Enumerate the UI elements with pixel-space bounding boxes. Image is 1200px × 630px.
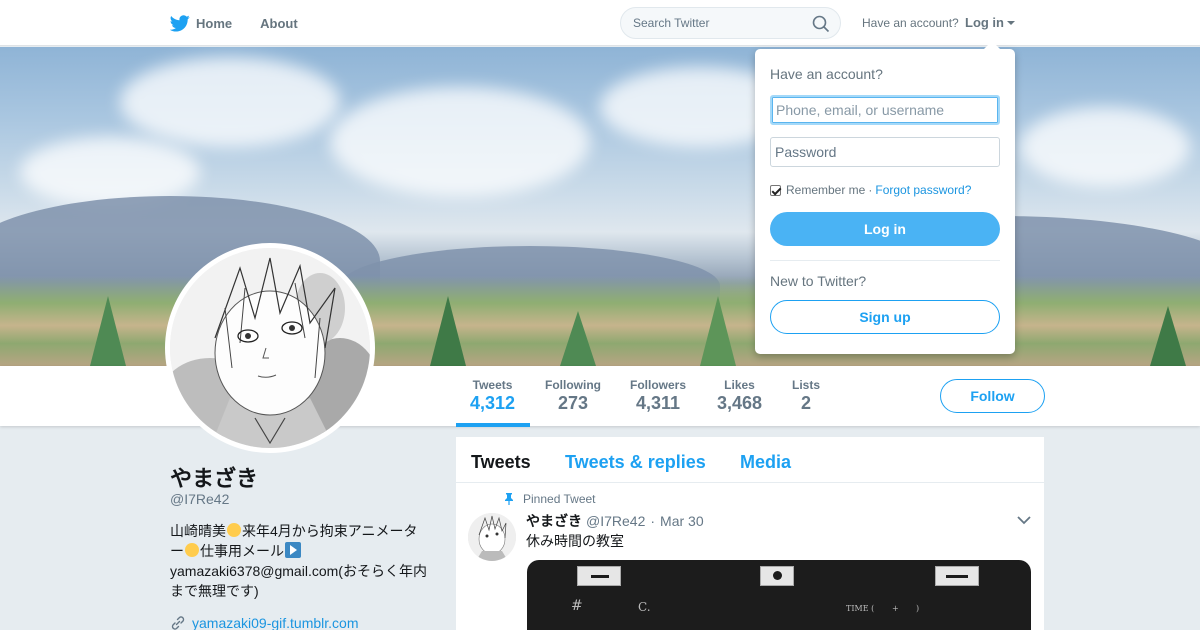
media-sign-bar: [591, 575, 609, 578]
media-sign: [935, 566, 979, 586]
bio-email: yamazaki6378@gmail.com(おそらく年内: [170, 563, 427, 579]
new-to-twitter-text: New to Twitter?: [770, 273, 867, 289]
tweet-separator: ·: [650, 513, 656, 529]
profile-avatar[interactable]: [165, 243, 375, 453]
profile-handle[interactable]: @I7Re42: [170, 491, 229, 507]
tweet-author-handle[interactable]: @I7Re42: [586, 513, 645, 529]
nav-about[interactable]: About: [260, 16, 298, 31]
play-button-emoji-icon: [285, 542, 301, 558]
avatar-sketch: [170, 248, 370, 448]
bio-text: 山崎晴美: [170, 523, 226, 539]
pinned-tweet-label: Pinned Tweet: [504, 492, 596, 506]
tweet-header: やまざき @I7Re42 · Mar 30: [526, 511, 704, 531]
banner-tree: [430, 296, 466, 366]
stat-following[interactable]: Following 273: [545, 378, 601, 414]
bio-text: 仕事用メール: [200, 543, 284, 559]
profile-bio: 山崎晴美 来年4月から拘束アニメータ ー仕事用メール yamazaki6378@g…: [170, 521, 435, 601]
login-dropdown-toggle[interactable]: Log in: [965, 15, 1015, 30]
tweet-text: 休み時間の教室: [526, 533, 624, 549]
stat-value: 4,311: [635, 393, 681, 413]
caret-down-icon: [1007, 21, 1015, 25]
tweet-avatar-sketch: [468, 513, 516, 561]
avatar-image: [170, 248, 370, 448]
tweet-author-name[interactable]: やまざき: [526, 511, 582, 531]
follow-button[interactable]: Follow: [940, 379, 1045, 413]
stat-value: 4,312: [470, 393, 516, 413]
media-text: TIME (: [846, 604, 875, 613]
media-text: C.: [638, 600, 651, 614]
login-toggle-label: Log in: [965, 15, 1004, 30]
bio-text: ー: [170, 543, 184, 559]
nav-home[interactable]: Home: [170, 14, 233, 32]
pinned-text: Pinned Tweet: [523, 492, 596, 506]
stat-value: 2: [801, 393, 812, 413]
tweet-media-image[interactable]: # C. TIME ( + ): [527, 560, 1031, 630]
tab-media[interactable]: Media: [740, 452, 791, 473]
timeline-tabs: Tweets Tweets & replies Media: [456, 437, 1044, 483]
remember-separator: ·: [868, 183, 873, 197]
twitter-bird-icon: [170, 14, 190, 31]
media-text: #: [571, 598, 583, 614]
username-field[interactable]: [770, 95, 1000, 125]
nav-about-label: About: [260, 15, 298, 31]
stat-label: Likes: [724, 378, 755, 392]
stat-likes[interactable]: Likes 3,468: [717, 378, 762, 414]
remember-me-checkbox[interactable]: [770, 184, 781, 196]
remember-row: Remember me · Forgot password?: [770, 183, 971, 197]
banner-cloud: [330, 87, 590, 197]
bio-text: まで無理です): [170, 583, 259, 599]
media-text: ): [916, 604, 920, 613]
chick-emoji-icon: [185, 543, 199, 557]
media-sign: [577, 566, 621, 586]
remember-me-label[interactable]: Remember me: [786, 183, 865, 197]
tweet-date[interactable]: Mar 30: [660, 513, 704, 529]
banner-tree: [700, 296, 736, 366]
search-box: [620, 7, 841, 39]
chevron-down-icon[interactable]: [1016, 515, 1032, 525]
password-field[interactable]: [770, 137, 1000, 167]
media-sign-dot: [773, 571, 782, 580]
pin-icon: [505, 493, 513, 505]
nav-home-label: Home: [196, 15, 233, 31]
banner-cloud: [1020, 107, 1190, 187]
profile-link: yamazaki09-gif.tumblr.com: [170, 615, 359, 630]
stat-value: 3,468: [717, 393, 763, 413]
timeline: Tweets Tweets & replies Media Pinned Twe…: [456, 437, 1044, 630]
stat-tweets[interactable]: Tweets 4,312: [470, 378, 515, 414]
link-icon: [171, 616, 185, 630]
have-account-text: Have an account?: [862, 16, 959, 30]
dropdown-title: Have an account?: [770, 66, 883, 82]
media-sign: [760, 566, 794, 586]
search-icon[interactable]: [812, 15, 830, 33]
stat-value: 273: [557, 393, 589, 413]
media-sign-bar: [946, 575, 968, 578]
media-text: +: [892, 604, 899, 613]
stat-label: Followers: [630, 378, 687, 392]
tab-tweets[interactable]: Tweets: [471, 452, 531, 473]
bio-text: 来年4月から拘束アニメータ: [242, 523, 418, 539]
stat-label: Following: [545, 378, 601, 392]
dropdown-divider: [770, 260, 1000, 261]
profile-link-url[interactable]: yamazaki09-gif.tumblr.com: [192, 615, 359, 630]
stat-label: Lists: [792, 378, 821, 392]
signup-button[interactable]: Sign up: [770, 300, 1000, 334]
profile-name[interactable]: やまざき: [170, 461, 258, 493]
banner-cloud: [120, 57, 340, 147]
login-dropdown: Have an account? Remember me · Forgot pa…: [755, 41, 1015, 354]
login-button[interactable]: Log in: [770, 212, 1000, 246]
tweet-avatar[interactable]: [468, 513, 516, 561]
tab-tweets-and-replies[interactable]: Tweets & replies: [565, 452, 706, 473]
search-input[interactable]: [633, 16, 803, 30]
active-stat-underline: [456, 423, 530, 427]
top-nav: Home About Have an account? Log in: [0, 0, 1200, 46]
stat-followers[interactable]: Followers 4,311: [630, 378, 686, 414]
banner-tree: [560, 311, 596, 366]
stat-label: Tweets: [472, 378, 513, 392]
nav-left: Home About: [170, 0, 326, 46]
stat-lists[interactable]: Lists 2: [792, 378, 820, 414]
chick-emoji-icon: [227, 523, 241, 537]
banner-tree: [1150, 306, 1186, 366]
forgot-password-link[interactable]: Forgot password?: [875, 183, 971, 197]
banner-tree: [90, 296, 126, 366]
